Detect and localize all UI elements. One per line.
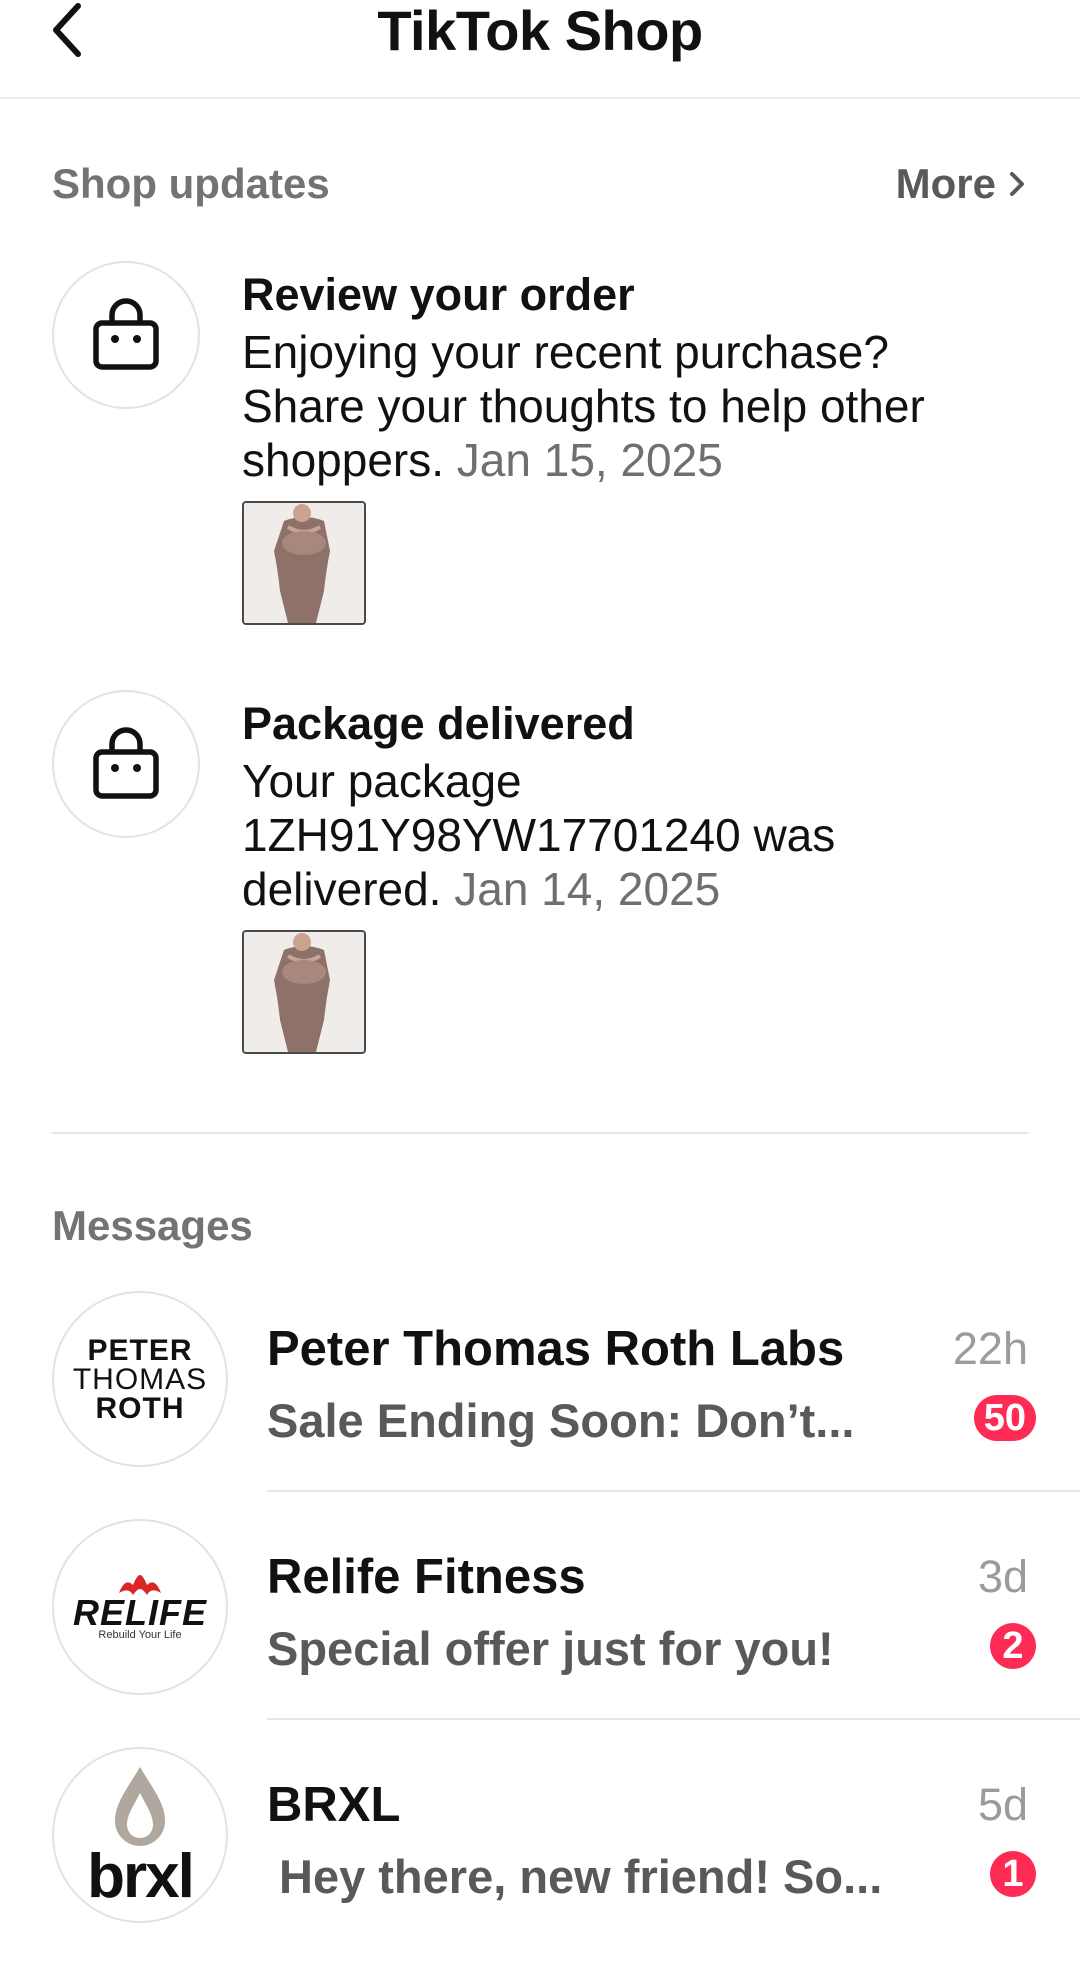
product-thumbnail[interactable] [242, 501, 366, 625]
top-bar: TikTok Shop [0, 0, 1080, 99]
sender-name: Peter Thomas Roth Labs [267, 1322, 845, 1376]
update-title: Package delivered [242, 698, 635, 749]
messages-title: Messages [52, 1202, 253, 1249]
unread-badge: 50 [973, 1395, 1036, 1441]
avatar: brxl [52, 1747, 228, 1923]
product-image [244, 932, 364, 1052]
section-divider [52, 1132, 1028, 1134]
relife-logo-tagline: Rebuild Your Life [98, 1629, 182, 1641]
shop-update-package-delivered[interactable]: Package delivered Your package 1ZH91Y98Y… [0, 690, 1080, 1060]
message-row-peter-thomas-roth[interactable]: PETER THOMAS ROTH Peter Thomas Roth Labs… [0, 1291, 1080, 1519]
update-date: Jan 15, 2025 [456, 434, 723, 486]
message-preview: Hey there, new friend! So... [279, 1850, 883, 1903]
message-time: 22h [952, 1323, 1028, 1374]
message-row-relife-fitness[interactable]: RELIFE Rebuild Your Life Relife Fitness … [0, 1519, 1080, 1747]
logo-line: THOMAS [72, 1362, 208, 1396]
message-time: 5d [977, 1779, 1028, 1830]
row-divider [267, 1490, 1080, 1492]
more-link[interactable]: More [896, 160, 1028, 208]
logo-line: ROTH [95, 1391, 185, 1425]
sender-name: BRXL [267, 1778, 401, 1832]
peter-thomas-roth-logo: PETER THOMAS ROTH [72, 1333, 208, 1425]
update-body: Enjoying your recent purchase? Share you… [242, 325, 1022, 487]
update-date: Jan 14, 2025 [454, 863, 721, 915]
avatar: PETER THOMAS ROTH [52, 1291, 228, 1467]
product-thumbnail[interactable] [242, 930, 366, 1054]
more-label: More [895, 160, 996, 207]
shopping-bag-icon [52, 690, 200, 838]
update-title: Review your order [242, 269, 635, 320]
brxl-logo-text: brxl [87, 1842, 195, 1911]
avatar: RELIFE Rebuild Your Life [52, 1519, 228, 1695]
message-row-brxl[interactable]: brxl BRXL Hey there, new friend! So... 5… [0, 1747, 1080, 1975]
product-image [244, 503, 364, 623]
relife-logo-text: RELIFE [72, 1592, 207, 1633]
logo-line: PETER [87, 1333, 193, 1367]
page-title: TikTok Shop [377, 0, 703, 62]
shop-updates-title: Shop updates [52, 160, 330, 207]
sender-name: Relife Fitness [267, 1550, 586, 1604]
update-body: Your package 1ZH91Y98YW17701240 was deli… [242, 754, 1022, 916]
shopping-bag-icon [52, 261, 200, 409]
chevron-right-icon [1010, 172, 1024, 196]
message-preview: Sale Ending Soon: Don’t... [267, 1394, 855, 1447]
unread-badge: 2 [990, 1623, 1036, 1669]
message-time: 3d [977, 1551, 1028, 1602]
shop-update-review-order[interactable]: Review your order Enjoying your recent p… [0, 261, 1080, 631]
row-divider [267, 1718, 1080, 1720]
flame-drop-icon [115, 1767, 165, 1846]
message-preview: Special offer just for you! [267, 1622, 834, 1675]
unread-badge: 1 [990, 1851, 1036, 1897]
